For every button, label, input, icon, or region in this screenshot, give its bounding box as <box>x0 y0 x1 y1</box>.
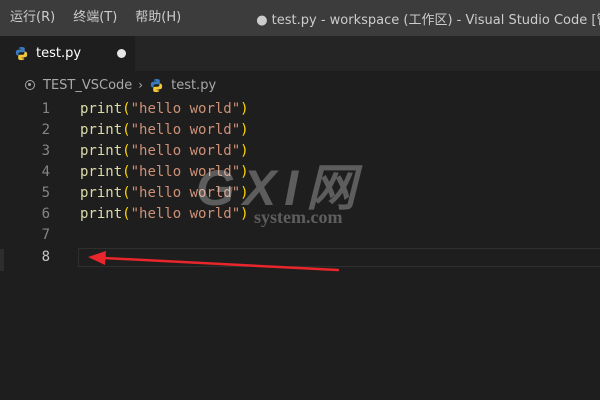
function-token: print <box>80 122 123 138</box>
line-number: 8 <box>41 249 50 265</box>
breadcrumb: TEST_VSCode › test.py <box>0 71 600 99</box>
bracket-token: ) <box>240 185 249 201</box>
tab-label: test.py <box>36 46 82 61</box>
tab-strip: test.py <box>0 36 600 71</box>
bracket-token: ( <box>122 101 131 117</box>
string-token: "hello world" <box>130 164 241 180</box>
code-text[interactable]: print("hello world") <box>80 183 249 204</box>
function-token: print <box>80 164 123 180</box>
chevron-right-icon: › <box>138 78 144 92</box>
bracket-token: ( <box>122 206 131 222</box>
python-icon <box>149 78 164 93</box>
line-number: 2 <box>41 122 50 138</box>
code-text[interactable]: print("hello world") <box>80 141 249 162</box>
python-icon <box>14 46 29 61</box>
unsaved-dot-icon[interactable] <box>117 49 126 58</box>
bracket-token: ( <box>122 185 131 201</box>
string-token: "hello world" <box>130 101 241 117</box>
code-line[interactable]: 1 print("hello world") <box>0 99 600 120</box>
breadcrumb-file[interactable]: test.py <box>171 78 216 93</box>
function-token: print <box>80 185 123 201</box>
line-number: 6 <box>41 206 50 222</box>
menu-help[interactable]: 帮助(H) <box>126 0 190 36</box>
string-token: "hello world" <box>130 143 241 159</box>
bracket-token: ( <box>122 164 131 180</box>
bracket-token: ) <box>240 164 249 180</box>
breadcrumb-folder[interactable]: TEST_VSCode <box>43 78 132 93</box>
bracket-token: ) <box>240 101 249 117</box>
folder-root-icon <box>25 80 35 90</box>
code-line[interactable]: 7 <box>0 225 600 246</box>
code-text[interactable]: print("hello world") <box>80 120 249 141</box>
line-number: 5 <box>41 185 50 201</box>
code-line-current[interactable]: 8 <box>0 247 600 268</box>
current-line-highlight <box>78 248 600 267</box>
menu-run[interactable]: 运行(R) <box>0 0 64 36</box>
line-number: 4 <box>41 164 50 180</box>
string-token: "hello world" <box>130 206 241 222</box>
code-line[interactable]: 3 print("hello world") <box>0 141 600 162</box>
code-text[interactable]: print("hello world") <box>80 99 249 120</box>
line-number: 7 <box>41 227 50 243</box>
menu-terminal[interactable]: 终端(T) <box>64 0 126 36</box>
bracket-token: ) <box>240 143 249 159</box>
window-title: ● test.py - workspace (工作区) - Visual Stu… <box>256 12 600 28</box>
string-token: "hello world" <box>130 122 241 138</box>
function-token: print <box>80 101 123 117</box>
code-line[interactable]: 4 print("hello world") <box>0 162 600 183</box>
function-token: print <box>80 206 123 222</box>
code-line[interactable]: 2 print("hello world") <box>0 120 600 141</box>
bracket-token: ( <box>122 143 131 159</box>
bracket-token: ) <box>240 206 249 222</box>
tab-test-py[interactable]: test.py <box>0 36 135 71</box>
code-line[interactable]: 6 print("hello world") <box>0 204 600 225</box>
function-token: print <box>80 143 123 159</box>
code-line[interactable]: 5 print("hello world") <box>0 183 600 204</box>
code-editor[interactable]: 1 print("hello world") 2 print("hello wo… <box>0 99 600 400</box>
bracket-token: ) <box>240 122 249 138</box>
code-text[interactable]: print("hello world") <box>80 204 249 225</box>
code-text[interactable]: print("hello world") <box>80 162 249 183</box>
line-number: 3 <box>41 143 50 159</box>
title-bar: 运行(R) 终端(T) 帮助(H) ● test.py - workspace … <box>0 0 600 36</box>
string-token: "hello world" <box>130 185 241 201</box>
line-number: 1 <box>41 101 50 117</box>
bracket-token: ( <box>122 122 131 138</box>
